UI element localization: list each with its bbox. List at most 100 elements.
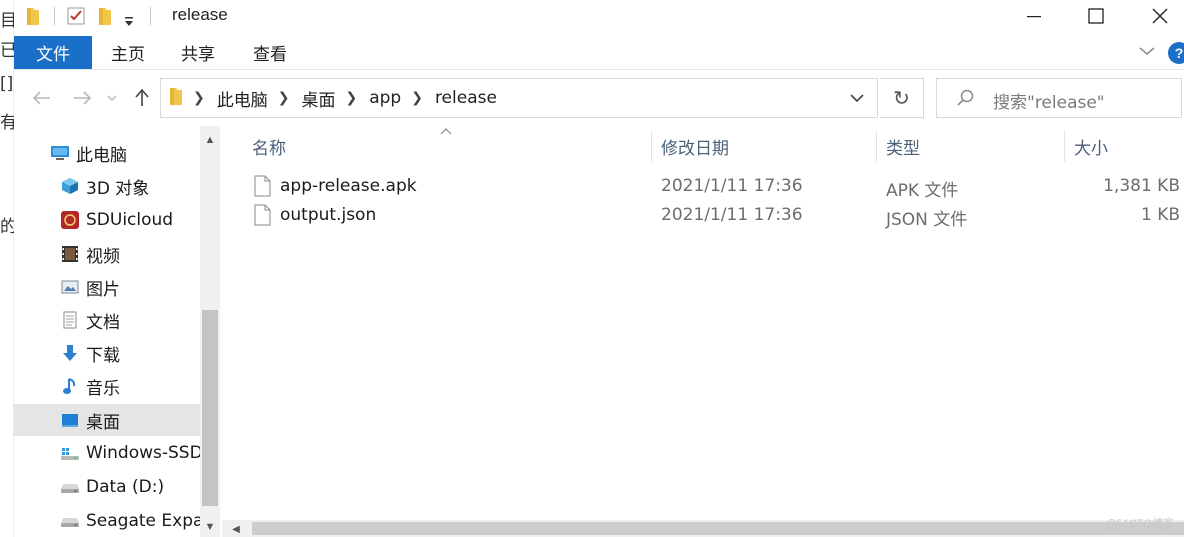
nav-item-3d-objects[interactable]: 3D 对象 — [14, 170, 200, 202]
file-row[interactable]: app-release.apk 2021/1/11 17:36 APK 文件 1… — [222, 172, 1184, 201]
new-folder-icon[interactable] — [98, 5, 112, 27]
file-size: 1,381 KB — [1103, 176, 1180, 196]
chevron-right-icon[interactable]: ❯ — [411, 90, 423, 106]
watermark: @51CTO博客 — [1105, 518, 1174, 530]
customize-toolbar-icon[interactable] — [124, 11, 134, 33]
nav-item-music[interactable]: 音乐 — [14, 370, 200, 402]
breadcrumb: ❯ 此电脑 ❯ 桌面 ❯ app ❯ release — [169, 79, 497, 117]
nav-item-label: Seagate Expar — [86, 511, 200, 531]
file-name: output.json — [280, 205, 377, 225]
navigation-pane: 此电脑 3D 对象 SDUicloud 视频 图片 文档 下载 音乐 桌面 Wi… — [14, 126, 200, 537]
documents-icon — [60, 310, 80, 330]
tab-home[interactable]: 主页 — [102, 36, 154, 69]
tab-file[interactable]: 文件 — [14, 36, 92, 69]
folder-icon — [169, 86, 183, 111]
file-size: 1 KB — [1140, 205, 1180, 225]
window-title: release — [172, 5, 228, 24]
pc-icon — [50, 143, 70, 163]
column-header-size[interactable]: 大小 — [1074, 134, 1108, 159]
music-icon — [60, 376, 80, 396]
refresh-button[interactable]: ↻ — [880, 78, 924, 118]
navigation-bar: ❯ 此电脑 ❯ 桌面 ❯ app ❯ release ↻ 搜索"release" — [14, 70, 1184, 126]
chevron-right-icon[interactable]: ❯ — [345, 90, 357, 106]
search-input[interactable]: 搜索"release" — [993, 88, 1105, 113]
drive-icon — [60, 511, 80, 531]
download-icon — [60, 343, 80, 363]
nav-item-this-pc[interactable]: 此电脑 — [14, 137, 200, 169]
search-icon — [957, 89, 975, 112]
folder-icon[interactable] — [26, 5, 40, 27]
file-date: 2021/1/11 17:36 — [661, 176, 803, 196]
forward-button[interactable] — [70, 86, 94, 110]
file-list-horizontal-scrollbar[interactable]: ◀ — [222, 520, 1184, 537]
nav-item-label: Windows-SSD — [86, 443, 200, 463]
file-date: 2021/1/11 17:36 — [661, 205, 803, 225]
nav-item-documents[interactable]: 文档 — [14, 304, 200, 336]
help-icon[interactable]: ? — [1168, 42, 1184, 64]
nav-item-label: 视频 — [86, 246, 120, 267]
nav-item-label: SDUicloud — [86, 210, 174, 230]
cube-3d-icon — [60, 176, 80, 196]
scroll-up-icon[interactable]: ▲ — [200, 130, 220, 150]
file-explorer-window: 目 已 [] 有 的 release 文件 主页 共享 查看 ? ❯ 此电脑 ❯… — [0, 0, 1184, 537]
address-bar[interactable]: ❯ 此电脑 ❯ 桌面 ❯ app ❯ release — [160, 78, 878, 118]
address-history-button[interactable] — [837, 79, 877, 117]
breadcrumb-item[interactable]: app — [369, 88, 401, 108]
scrollbar-thumb[interactable] — [252, 522, 1184, 535]
title-bar: release — [14, 0, 1184, 34]
nav-item-seagate-drive[interactable]: Seagate Expar — [14, 505, 200, 537]
scroll-down-icon[interactable]: ▼ — [200, 517, 220, 537]
properties-icon[interactable] — [66, 5, 86, 27]
recent-locations-button[interactable] — [104, 86, 120, 110]
breadcrumb-item[interactable]: 桌面 — [301, 86, 335, 111]
nav-item-label: 3D 对象 — [86, 178, 150, 199]
nav-item-videos[interactable]: 视频 — [14, 238, 200, 270]
maximize-button[interactable] — [1066, 0, 1126, 32]
tab-share[interactable]: 共享 — [172, 36, 224, 69]
background-glyph: [] — [0, 74, 14, 94]
column-header-type[interactable]: 类型 — [886, 134, 920, 159]
expand-ribbon-icon[interactable] — [1138, 44, 1156, 62]
pictures-icon — [60, 277, 80, 297]
drive-windows-icon — [60, 443, 80, 463]
minimize-button[interactable] — [1004, 0, 1064, 32]
file-name: app-release.apk — [280, 176, 417, 196]
scroll-left-icon[interactable]: ◀ — [226, 519, 246, 537]
file-icon — [254, 175, 271, 197]
nav-item-label: 此电脑 — [76, 145, 127, 166]
column-header-name[interactable]: 名称 — [252, 134, 286, 159]
file-list: 名称 修改日期 类型 大小 app-release.apk 2021/1/11 … — [222, 126, 1184, 520]
navigation-pane-scrollbar[interactable]: ▲ ▼ — [200, 126, 220, 537]
file-type: JSON 文件 — [886, 210, 968, 230]
nav-item-data-drive[interactable]: Data (D:) — [14, 471, 200, 503]
close-button[interactable] — [1130, 0, 1184, 32]
nav-item-label: 音乐 — [86, 378, 120, 399]
chevron-right-icon[interactable]: ❯ — [193, 90, 205, 106]
cloud-app-icon — [60, 210, 80, 230]
nav-item-windows-ssd[interactable]: Windows-SSD — [14, 437, 200, 469]
drive-icon — [60, 477, 80, 497]
sort-ascending-icon — [440, 126, 452, 138]
nav-item-label: 图片 — [86, 279, 120, 300]
nav-item-label: 桌面 — [86, 412, 120, 433]
desktop-icon — [60, 410, 80, 430]
file-type: APK 文件 — [886, 181, 959, 201]
breadcrumb-item[interactable]: 此电脑 — [217, 86, 268, 111]
up-button[interactable] — [130, 86, 154, 110]
file-row[interactable]: output.json 2021/1/11 17:36 JSON 文件 1 KB — [222, 201, 1184, 230]
breadcrumb-item[interactable]: release — [435, 88, 497, 108]
column-header-date[interactable]: 修改日期 — [661, 134, 729, 159]
nav-item-sduicloud[interactable]: SDUicloud — [14, 204, 200, 236]
nav-item-label: 下载 — [86, 345, 120, 366]
nav-item-pictures[interactable]: 图片 — [14, 271, 200, 303]
tab-view[interactable]: 查看 — [244, 36, 296, 69]
search-box[interactable]: 搜索"release" — [936, 78, 1182, 118]
scrollbar-thumb[interactable] — [202, 310, 218, 506]
nav-item-label: Data (D:) — [86, 477, 165, 497]
chevron-right-icon[interactable]: ❯ — [278, 90, 290, 106]
nav-item-downloads[interactable]: 下载 — [14, 337, 200, 369]
video-icon — [60, 244, 80, 264]
ribbon-tabs: 文件 主页 共享 查看 ? — [14, 34, 1184, 70]
back-button[interactable] — [30, 86, 54, 110]
nav-item-desktop[interactable]: 桌面 — [14, 404, 200, 436]
